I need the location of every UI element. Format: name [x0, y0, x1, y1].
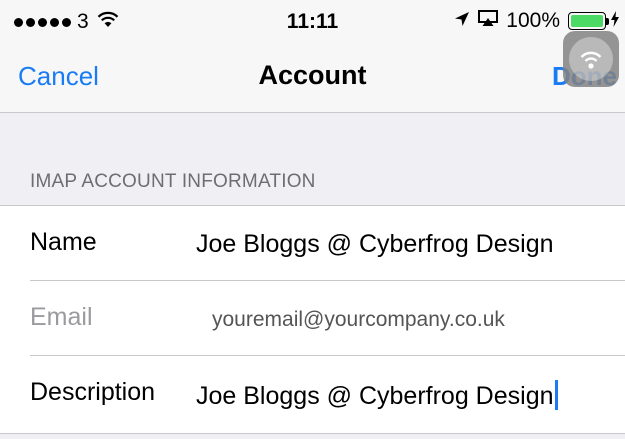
description-field[interactable]: Joe Bloggs @ Cyberfrog Design [196, 380, 558, 411]
email-label: Email [30, 303, 93, 331]
description-label: Description [30, 378, 156, 406]
email-row[interactable]: Email youremail@yourcompany.co.uk [0, 281, 625, 356]
description-row[interactable]: Description Joe Bloggs @ Cyberfrog Desig… [0, 356, 625, 431]
page-title: Account [258, 60, 367, 90]
location-arrow-icon [454, 9, 470, 33]
bolt-icon [611, 9, 619, 33]
assistive-touch-icon[interactable] [563, 31, 619, 87]
section-header: IMAP ACCOUNT INFORMATION [30, 171, 316, 192]
status-right: 100% [446, 9, 619, 33]
battery-tip [606, 17, 609, 25]
battery-percent: 100% [506, 9, 560, 32]
airplay-icon [478, 9, 499, 33]
email-field[interactable]: youremail@yourcompany.co.uk [212, 308, 505, 332]
account-info-table: Name Joe Bloggs @ Cyberfrog Design Email… [0, 205, 625, 434]
navigation-bar: Cancel Account Done [0, 44, 625, 113]
name-label: Name [30, 228, 97, 256]
screen: 3 11:11 100% Cancel Account IMAP ACCOUNT… [0, 0, 625, 439]
battery-icon [568, 12, 606, 30]
name-row[interactable]: Name Joe Bloggs @ Cyberfrog Design [0, 206, 625, 281]
description-value: Joe Bloggs @ Cyberfrog Design [196, 382, 554, 410]
text-caret [554, 380, 558, 410]
status-bar: 3 11:11 100% [0, 0, 625, 44]
name-field[interactable]: Joe Bloggs @ Cyberfrog Design [196, 230, 554, 259]
